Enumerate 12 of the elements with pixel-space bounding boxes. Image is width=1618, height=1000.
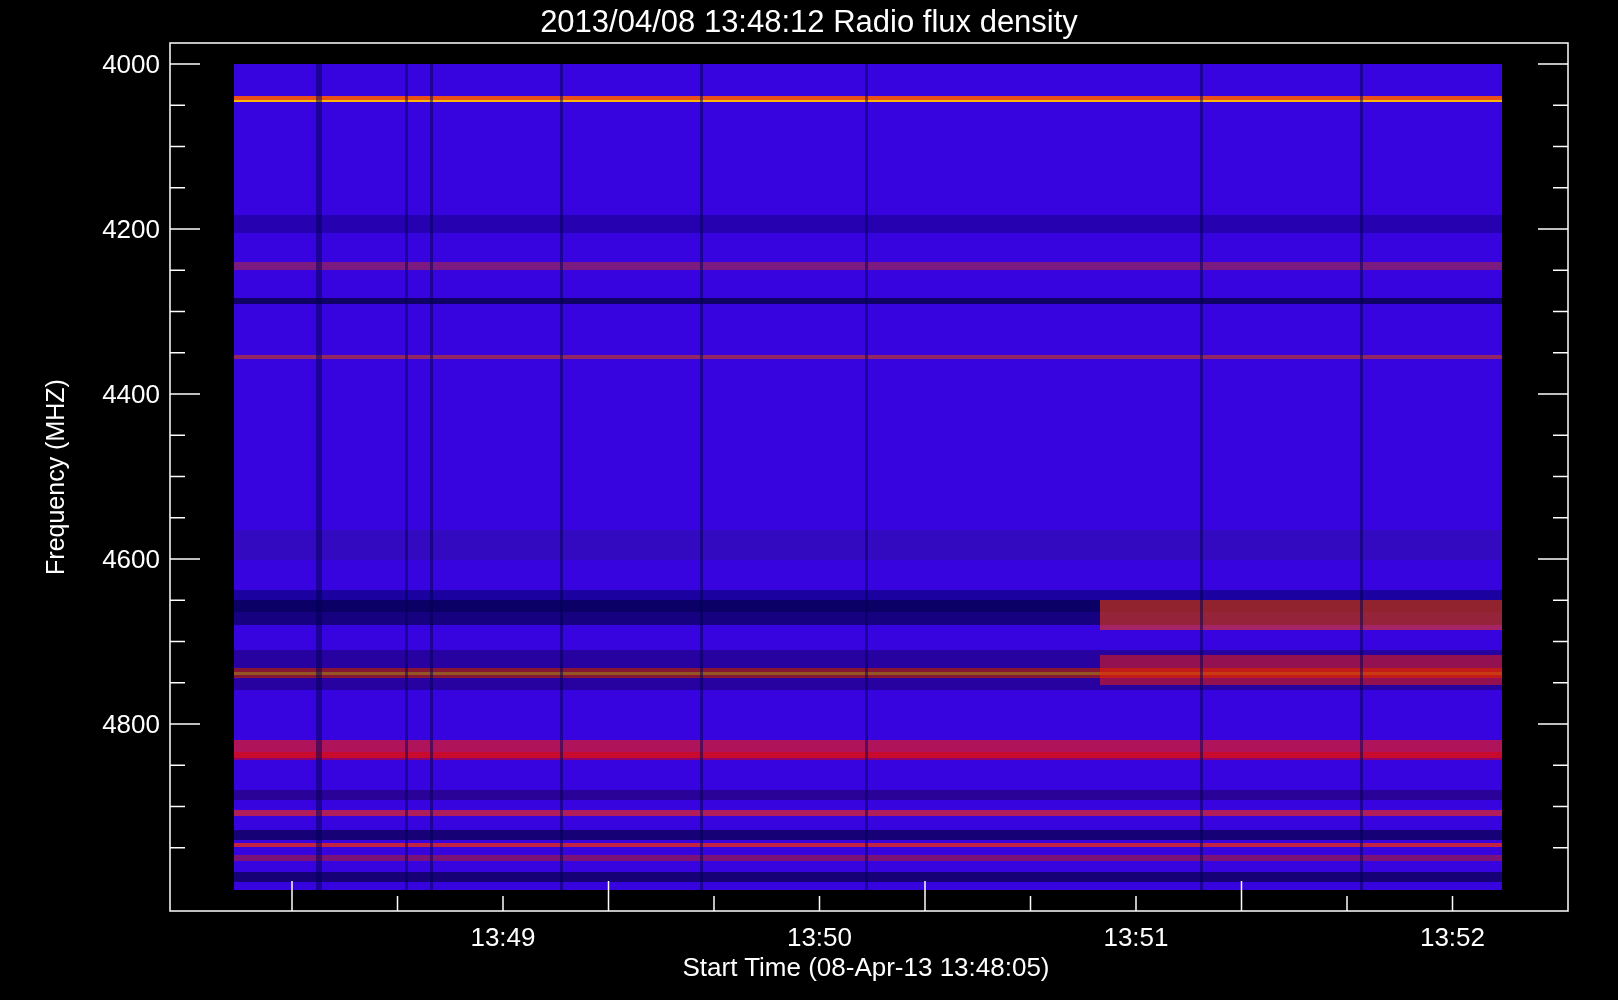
plot-title: 2013/04/08 13:48:12 Radio flux density (540, 4, 1078, 39)
x-tick-label: 13:52 (1419, 922, 1486, 952)
y-tick-label: 4200 (102, 214, 160, 244)
x-axis-label: Start Time (08-Apr-13 13:48:05) (682, 952, 1050, 982)
y-tick-label: 4000 (102, 49, 160, 79)
y-tick-label: 4800 (102, 709, 160, 739)
y-tick-label: 4400 (102, 379, 160, 409)
x-tick-label: 13:49 (470, 922, 536, 952)
x-tick-label: 13:50 (786, 922, 853, 952)
y-tick-label: 4600 (102, 544, 160, 574)
y-axis-label: Frequency (MHZ) (41, 379, 69, 575)
x-tick-label: 13:51 (1103, 922, 1169, 952)
